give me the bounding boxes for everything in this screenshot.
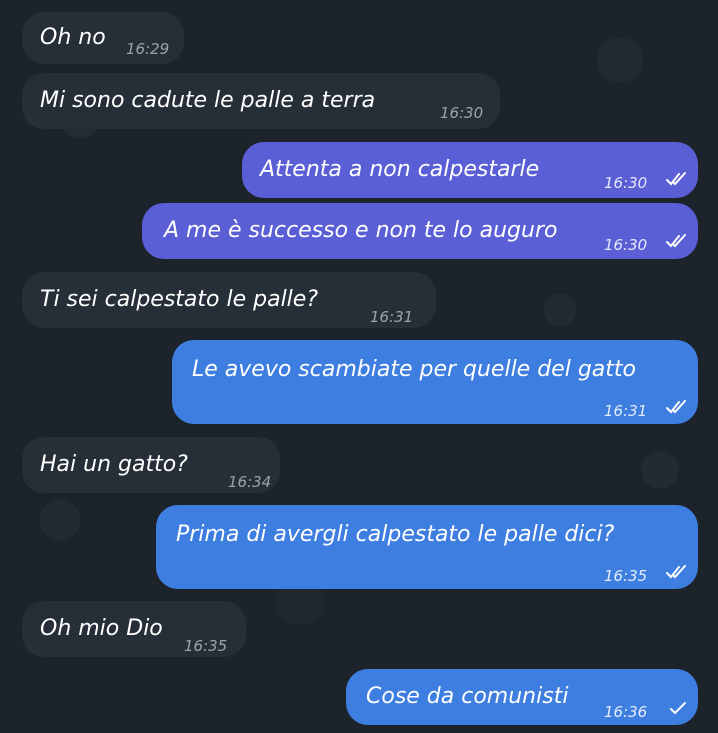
double-check-icon	[666, 172, 688, 186]
double-check-icon	[666, 565, 688, 579]
message-time: 16:35	[604, 567, 648, 585]
message-outgoing[interactable]: Le avevo scambiate per quelle del gatto …	[172, 340, 698, 424]
message-time: 16:31	[370, 308, 414, 326]
message-text: Le avevo scambiate per quelle del gatto	[192, 357, 636, 382]
message-time: 16:35	[184, 637, 228, 655]
message-text: Hai un gatto?	[40, 452, 188, 477]
message-incoming[interactable]: Mi sono cadute le palle a terra 16:30	[22, 73, 500, 129]
message-incoming[interactable]: Ti sei calpestato le palle? 16:31	[22, 272, 436, 328]
message-text: Ti sei calpestato le palle?	[40, 287, 319, 312]
single-check-icon	[668, 701, 690, 715]
message-text: Oh mio Dio	[40, 616, 163, 641]
message-incoming[interactable]: Oh no 16:29	[22, 12, 184, 64]
message-text: Prima di avergli calpestato le palle dic…	[176, 522, 615, 547]
message-text: Attenta a non calpestarle	[260, 157, 540, 182]
message-text: Oh no	[40, 25, 106, 50]
message-time: 16:29	[126, 40, 170, 58]
message-time: 16:30	[440, 104, 484, 122]
message-text: Mi sono cadute le palle a terra	[40, 88, 376, 113]
message-outgoing[interactable]: A me è successo e non te lo auguro 16:30	[142, 203, 698, 259]
double-check-icon	[666, 234, 688, 248]
message-time: 16:36	[604, 703, 648, 721]
message-incoming[interactable]: Oh mio Dio 16:35	[22, 601, 246, 657]
double-check-icon	[666, 400, 688, 414]
message-outgoing[interactable]: Cose da comunisti 16:36	[346, 669, 698, 725]
message-incoming[interactable]: Hai un gatto? 16:34	[22, 437, 280, 493]
message-outgoing[interactable]: Attenta a non calpestarle 16:30	[242, 142, 698, 198]
message-time: 16:31	[604, 402, 648, 420]
message-outgoing[interactable]: Prima di avergli calpestato le palle dic…	[156, 505, 698, 589]
message-text: A me è successo e non te lo auguro	[164, 218, 558, 243]
message-time: 16:30	[604, 174, 648, 192]
message-time: 16:34	[228, 473, 272, 491]
chat-background: Oh no 16:29 Mi sono cadute le palle a te…	[0, 0, 718, 733]
message-text: Cose da comunisti	[366, 684, 569, 709]
message-time: 16:30	[604, 236, 648, 254]
